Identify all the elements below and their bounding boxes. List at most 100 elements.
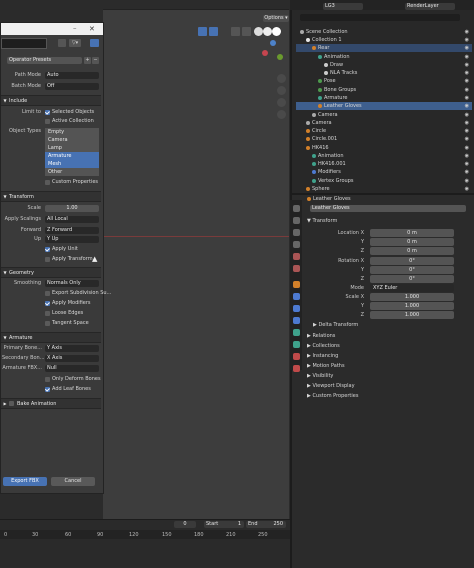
3d-viewport[interactable] (103, 9, 289, 519)
instancing-header[interactable]: ▶ Instancing (307, 352, 338, 360)
start-frame-field[interactable]: Start 1 (204, 521, 244, 528)
outliner-row[interactable]: Sphere ◉ (296, 185, 472, 193)
outliner-row[interactable]: Circle.001 ◉ (296, 135, 472, 143)
object-type-other[interactable]: Other (45, 168, 99, 176)
gizmo-y-axis[interactable] (277, 54, 283, 60)
visibility-eye-icon[interactable]: ◉ (465, 127, 469, 135)
add-leaf-checkbox[interactable] (45, 387, 50, 392)
physics-tab-icon[interactable] (293, 317, 300, 324)
outliner-row[interactable]: Animation ◉ (296, 53, 472, 61)
constraints-tab-icon[interactable] (293, 329, 300, 336)
visibility-eye-icon[interactable]: ◉ (465, 86, 469, 94)
timeline-ruler[interactable] (0, 530, 290, 539)
location-z-field[interactable]: 0 m (370, 247, 454, 255)
location-x-field[interactable]: 0 m (370, 229, 454, 237)
filter-icon[interactable]: ▽▾ (69, 39, 81, 47)
selected-objects-checkbox[interactable] (45, 110, 50, 115)
end-frame-field[interactable]: End 250 (246, 521, 286, 528)
outliner-row[interactable]: Circle ◉ (296, 127, 472, 135)
outliner-row[interactable]: Armature ◉ (296, 94, 472, 102)
current-frame-field[interactable]: 0 (174, 521, 196, 528)
outliner-row[interactable]: HK416 ◉ (296, 144, 472, 152)
outliner-row[interactable]: NLA Tracks ◉ (296, 69, 472, 77)
object-type-armature[interactable]: Armature (45, 152, 99, 160)
camera-view-icon[interactable] (277, 98, 286, 107)
add-preset-icon[interactable]: + (84, 57, 91, 64)
operator-presets-dropdown[interactable]: Operator Presets (7, 57, 82, 64)
motion-paths-header[interactable]: ▶ Motion Paths (307, 362, 345, 370)
scene-tab-icon[interactable] (293, 253, 300, 260)
visibility-eye-icon[interactable]: ◉ (465, 160, 469, 168)
visibility-header[interactable]: ▶ Visibility (307, 372, 333, 380)
snap-icon[interactable] (198, 27, 207, 36)
bake-animation-section-header[interactable]: ▶ Bake Animation (1, 398, 101, 409)
custom-properties-checkbox[interactable] (45, 180, 50, 185)
xray-icon[interactable] (242, 27, 251, 36)
batch-mode-dropdown[interactable]: Off (45, 83, 99, 90)
outliner-row[interactable]: Animation ◉ (296, 152, 472, 160)
outliner-row[interactable]: Camera ◉ (296, 111, 472, 119)
outliner-row[interactable]: Pose ◉ (296, 77, 472, 85)
active-collection-checkbox[interactable] (45, 119, 50, 124)
visibility-eye-icon[interactable]: ◉ (465, 111, 469, 119)
armature-fbx-dropdown[interactable]: Null (45, 365, 99, 372)
close-icon[interactable]: ✕ (89, 25, 95, 33)
view-layer-tab-icon[interactable] (293, 241, 300, 248)
solid-shading-icon[interactable] (254, 27, 263, 36)
overlay-icon[interactable] (231, 27, 240, 36)
visibility-eye-icon[interactable]: ◉ (465, 77, 469, 85)
output-tab-icon[interactable] (293, 229, 300, 236)
proportional-icon[interactable] (209, 27, 218, 36)
outliner-row[interactable]: Bone Groups ◉ (296, 86, 472, 94)
object-type-mesh[interactable]: Mesh (45, 160, 99, 168)
particles-tab-icon[interactable] (293, 305, 300, 312)
object-name-field[interactable]: Leather Gloves (310, 205, 466, 212)
object-type-empty[interactable]: Empty (45, 128, 99, 136)
apply-modifiers-checkbox[interactable] (45, 301, 50, 306)
scale-field[interactable]: 1.00 (45, 205, 99, 212)
visibility-eye-icon[interactable]: ◉ (465, 135, 469, 143)
dialog-titlebar[interactable]: ✕ – (1, 23, 103, 35)
location-y-field[interactable]: 0 m (370, 238, 454, 246)
outliner-row[interactable]: Scene Collection ◉ (296, 28, 472, 36)
forward-dropdown[interactable]: Z Forward (45, 227, 99, 234)
minimize-icon[interactable]: – (73, 24, 77, 32)
smoothing-dropdown[interactable]: Normals Only (45, 280, 99, 287)
rotation-z-field[interactable]: 0° (370, 275, 454, 283)
render-layer-selector[interactable]: RenderLayer (405, 3, 455, 10)
primary-bone-dropdown[interactable]: Y Axis (45, 345, 99, 352)
settings-gear-icon[interactable] (90, 39, 99, 47)
apply-unit-checkbox[interactable] (45, 247, 50, 252)
outliner-row[interactable]: HK416.001 ◉ (296, 160, 472, 168)
gizmo-x-axis[interactable] (262, 50, 268, 56)
transform-section-header[interactable]: ▼ Transform (1, 191, 101, 202)
transform-panel-header[interactable]: ▼ Transform (307, 217, 337, 225)
tangent-space-checkbox[interactable] (45, 321, 50, 326)
relations-header[interactable]: ▶ Relations (307, 332, 335, 340)
perspective-icon[interactable] (277, 110, 286, 119)
path-mode-dropdown[interactable]: Auto (45, 72, 99, 79)
only-deform-checkbox[interactable] (45, 377, 50, 382)
display-mode-icon[interactable] (58, 39, 66, 47)
world-tab-icon[interactable] (293, 265, 300, 272)
outliner-row[interactable]: Collection 1 ◉ (296, 36, 472, 44)
outliner-row[interactable]: Draw ◉ (296, 61, 472, 69)
up-dropdown[interactable]: Y Up (45, 236, 99, 243)
scene-selector[interactable]: LG3 (323, 3, 363, 10)
armature-section-header[interactable]: ▼ Armature (1, 332, 101, 343)
file-path-input[interactable] (1, 38, 47, 49)
visibility-eye-icon[interactable]: ◉ (465, 102, 469, 110)
render-tab-icon[interactable] (293, 217, 300, 224)
object-type-camera[interactable]: Camera (45, 136, 99, 144)
export-subdivision-checkbox[interactable] (45, 291, 50, 296)
delta-transform-header[interactable]: ▶ Delta Transform (313, 321, 358, 329)
custom-properties-header[interactable]: ▶ Custom Properties (307, 392, 358, 400)
remove-preset-icon[interactable]: − (92, 57, 99, 64)
texture-tab-icon[interactable] (293, 365, 300, 372)
scale-z-field[interactable]: 1.000 (370, 311, 454, 319)
apply-transform-checkbox[interactable] (45, 257, 50, 262)
object-type-lamp[interactable]: Lamp (45, 144, 99, 152)
scale-x-field[interactable]: 1.000 (370, 293, 454, 301)
viewport-display-header[interactable]: ▶ Viewport Display (307, 382, 355, 390)
rotation-y-field[interactable]: 0° (370, 266, 454, 274)
